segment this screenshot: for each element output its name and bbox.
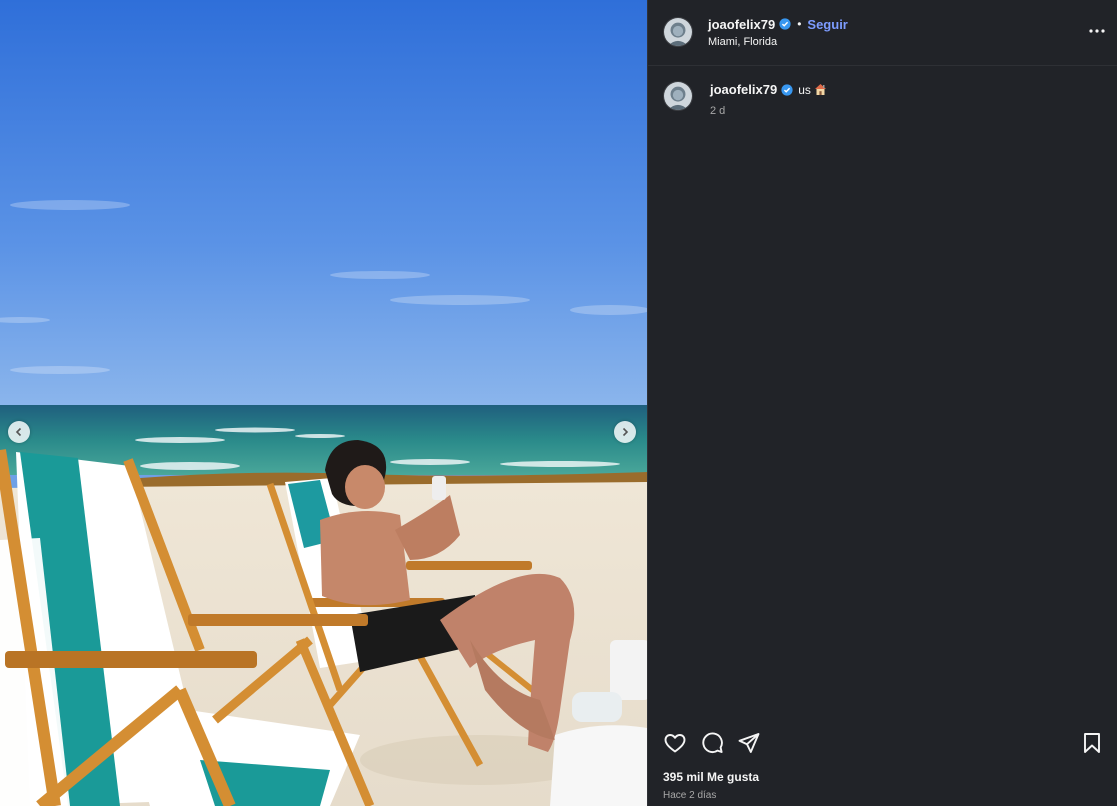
post-details-panel: joaofelix79 • Seguir Miami, Florida joao… bbox=[647, 0, 1117, 806]
post-caption: joaofelix79 us 2 d bbox=[648, 70, 1117, 130]
share-button[interactable] bbox=[737, 731, 761, 755]
caption-avatar[interactable] bbox=[663, 81, 693, 111]
comment-icon bbox=[702, 732, 723, 753]
caption-line: joaofelix79 us bbox=[710, 82, 827, 97]
caption-text: us bbox=[798, 82, 811, 97]
caption-timestamp[interactable]: 2 d bbox=[710, 105, 725, 117]
carousel-next-button[interactable] bbox=[614, 421, 636, 443]
post-photo[interactable] bbox=[0, 0, 647, 806]
heart-icon bbox=[664, 734, 686, 753]
bookmark-icon bbox=[1084, 733, 1100, 753]
caption-username[interactable]: joaofelix79 bbox=[710, 82, 777, 97]
carousel-prev-button[interactable] bbox=[8, 421, 30, 443]
action-bar bbox=[648, 728, 1117, 758]
verified-badge-icon bbox=[781, 83, 793, 96]
follow-button[interactable]: Seguir bbox=[807, 17, 847, 32]
more-options-icon bbox=[1089, 29, 1105, 33]
avatar-image bbox=[664, 18, 692, 46]
send-icon bbox=[738, 733, 760, 753]
like-button[interactable] bbox=[663, 731, 687, 755]
author-line: joaofelix79 • Seguir bbox=[708, 16, 848, 32]
post-date[interactable]: Hace 2 días bbox=[663, 790, 716, 801]
comment-button[interactable] bbox=[700, 731, 724, 755]
chevron-left-icon bbox=[15, 427, 22, 437]
instagram-post-view: joaofelix79 • Seguir Miami, Florida joao… bbox=[0, 0, 1117, 806]
post-header: joaofelix79 • Seguir Miami, Florida bbox=[648, 0, 1117, 66]
author-avatar[interactable] bbox=[663, 17, 693, 47]
more-options-button[interactable] bbox=[1088, 22, 1106, 40]
author-username[interactable]: joaofelix79 bbox=[708, 17, 775, 32]
chevron-right-icon bbox=[622, 427, 629, 437]
location-link[interactable]: Miami, Florida bbox=[708, 36, 777, 48]
avatar-image bbox=[664, 82, 692, 110]
save-button[interactable] bbox=[1080, 731, 1104, 755]
beach-photo bbox=[0, 0, 647, 806]
separator-dot: • bbox=[797, 17, 802, 31]
house-emoji-icon bbox=[814, 83, 827, 96]
verified-badge-icon bbox=[779, 18, 791, 30]
likes-count[interactable]: 395 mil Me gusta bbox=[663, 770, 759, 784]
